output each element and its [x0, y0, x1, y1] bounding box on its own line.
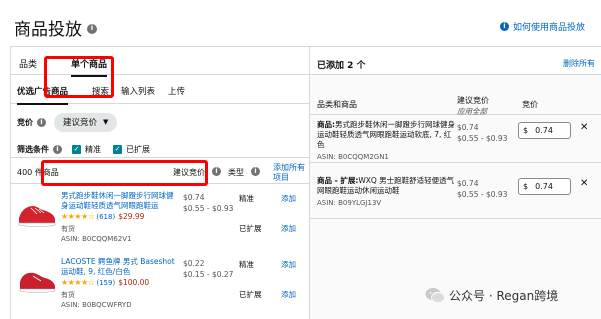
rating-count[interactable]: (618): [96, 213, 115, 221]
added-row: 商品 - 扩展:WXQ 男士跑鞋舒适轻便透气网眼跑鞋运动休闲运动鞋 ASIN: …: [310, 172, 601, 219]
close-icon[interactable]: ✕: [580, 178, 588, 189]
currency-symbol: $: [523, 182, 529, 191]
bid-range: $0.55 - $0.93: [183, 204, 234, 213]
bid-input[interactable]: $ 0.74: [518, 178, 571, 195]
product-price: $100.00: [118, 278, 150, 287]
add-all-link[interactable]: 添加所有项目: [273, 163, 307, 183]
bid-row: 竞价 i 建议竞价 ▼: [17, 111, 118, 133]
added-product-name: 商品 - 扩展:WXQ 男士跑鞋舒适轻便透气网眼跑鞋运动休闲运动鞋: [317, 176, 455, 196]
bid-input[interactable]: $ 0.74: [518, 122, 571, 139]
currency-symbol: $: [523, 126, 529, 135]
info-icon[interactable]: i: [212, 167, 221, 176]
product-asin: ASIN: B0CQQM62V1: [61, 235, 132, 243]
added-count: 已添加 2 个: [317, 61, 366, 71]
page-title: 商品投放 i: [14, 15, 97, 40]
add-button[interactable]: 添加: [281, 193, 296, 204]
checkbox-expanded[interactable]: ✓: [113, 145, 122, 154]
bid-range: $0.15 - $0.27: [183, 270, 234, 279]
stars-icon: ★★★★☆: [61, 278, 95, 287]
added-suggested-bid: $0.74 $0.55 - $0.93: [457, 122, 507, 144]
product-name[interactable]: 男式跑步鞋休闲一脚蹬步行网球健身运动鞋轻质透气网眼跑鞋运: [61, 191, 179, 211]
added-header: 已添加 2 个 删除所有: [310, 47, 601, 75]
added-product-asin: ASIN: B09YLGJ13V: [317, 199, 382, 207]
product-rating: ★★★★☆ (159) $100.00: [61, 278, 149, 287]
page-title-text: 商品投放: [14, 20, 82, 40]
watermark-text: 公众号 · Regan跨境: [449, 289, 559, 303]
stars-icon: ★★★★☆: [61, 212, 95, 221]
tab-enter-list[interactable]: 输入列表: [121, 85, 155, 97]
bid-label: 竞价: [17, 117, 33, 127]
added-table-header: 品类和商品 建议竞价 应用全部 竞价: [310, 75, 601, 116]
help-link-text[interactable]: 如何使用商品投放: [513, 20, 585, 33]
added-product-prefix: 商品 - 扩展:: [317, 176, 359, 185]
rating-count[interactable]: (159): [96, 279, 115, 287]
product-asin: ASIN: B0BQCWFRYD: [61, 301, 132, 309]
added-products-panel: 已添加 2 个 删除所有 品类和商品 建议竞价 应用全部 竞价 商品:男式跑步鞋…: [310, 46, 601, 319]
type-exact: 精准: [239, 194, 254, 203]
highlight-box-tab: [44, 56, 114, 98]
page-header: 商品投放 i i 如何使用商品投放: [0, 0, 601, 46]
checkbox-exact[interactable]: ✓: [72, 145, 81, 154]
suggested-bid: $0.22 $0.15 - $0.27: [183, 258, 233, 280]
info-icon[interactable]: i: [53, 145, 62, 154]
product-name[interactable]: LACOSTE 鳄鱼牌 男式 Baseshot 运动鞋, 9, 红色/白色: [61, 257, 179, 277]
bid-input-value[interactable]: 0.74: [535, 126, 553, 135]
remove-all-link[interactable]: 删除所有: [563, 58, 595, 69]
tab-category[interactable]: 品类: [19, 57, 37, 70]
checkbox-expanded-label: 已扩展: [126, 145, 150, 154]
bid-range: $0.55 - $0.93: [457, 190, 508, 199]
product-price: $29.99: [118, 212, 145, 221]
watermark: 公众号 · Regan跨境: [425, 287, 558, 304]
table-row: 男式跑步鞋休闲一脚蹬步行网球健身运动鞋轻质透气网眼跑鞋运 ★★★★☆ (618)…: [11, 186, 309, 248]
filter-row: 筛选条件 i ✓ 精准 ✓ 已扩展: [17, 144, 162, 155]
col-type: 类型: [228, 168, 244, 177]
suggested-bid: $0.74 $0.55 - $0.93: [183, 192, 233, 214]
type-exact: 精准: [239, 260, 254, 269]
tab-upload[interactable]: 上传: [168, 85, 185, 97]
bid-value: $0.74: [457, 123, 479, 132]
highlight-box-header: [41, 160, 208, 186]
stock-status: 有货: [61, 291, 75, 299]
type-expanded: 已扩展: [239, 290, 262, 299]
info-icon[interactable]: i: [87, 23, 97, 34]
shoe-image: [18, 206, 56, 227]
bid-value: $0.22: [183, 259, 205, 268]
col-category-products: 品类和商品: [317, 100, 357, 109]
stock-status: 有货: [61, 225, 75, 233]
product-rating: ★★★★☆ (618) $29.99: [61, 212, 144, 221]
bid-dropdown-value: 建议竞价: [63, 118, 98, 128]
filter-label: 筛选条件: [17, 145, 49, 154]
help-link[interactable]: i 如何使用商品投放: [499, 20, 585, 33]
shoe-image: [19, 272, 56, 293]
bid-value: $0.74: [183, 193, 205, 202]
chevron-down-icon: ▼: [103, 118, 109, 126]
added-product-prefix: 商品:: [317, 120, 335, 129]
bid-dropdown[interactable]: 建议竞价 ▼: [54, 112, 118, 132]
wechat-icon: [425, 288, 445, 304]
close-icon[interactable]: ✕: [580, 122, 588, 133]
bid-input-value[interactable]: 0.74: [535, 182, 553, 191]
type-expanded: 已扩展: [239, 224, 262, 233]
col-suggested-bid: 建议竞价: [457, 96, 489, 105]
added-product-name: 商品:男式跑步鞋休闲一脚蹬步行网球健身运动鞋轻质透气网眼跑鞋运动软底, 7, 红…: [317, 120, 455, 150]
table-row: LACOSTE 鳄鱼牌 男式 Baseshot 运动鞋, 9, 红色/白色 ★★…: [11, 252, 309, 314]
added-suggested-bid: $0.74 $0.55 - $0.93: [457, 178, 507, 200]
add-button[interactable]: 添加: [281, 259, 296, 270]
bid-value: $0.74: [457, 179, 479, 188]
added-product-text: 男式跑步鞋休闲一脚蹬步行网球健身运动鞋轻质透气网眼跑鞋运动软底, 7, 红色: [317, 120, 455, 149]
info-icon: i: [499, 22, 509, 31]
added-row: 商品:男式跑步鞋休闲一脚蹬步行网球健身运动鞋轻质透气网眼跑鞋运动软底, 7, 红…: [310, 116, 601, 163]
add-button[interactable]: 添加: [281, 223, 296, 234]
bid-range: $0.55 - $0.93: [457, 134, 508, 143]
col-bid: 竞价: [522, 100, 538, 109]
info-icon[interactable]: i: [251, 167, 260, 176]
info-icon[interactable]: i: [37, 117, 46, 127]
checkbox-exact-label: 精准: [85, 145, 101, 154]
add-button[interactable]: 添加: [281, 289, 296, 300]
added-product-asin: ASIN: B0CQQM2GN1: [317, 153, 389, 161]
